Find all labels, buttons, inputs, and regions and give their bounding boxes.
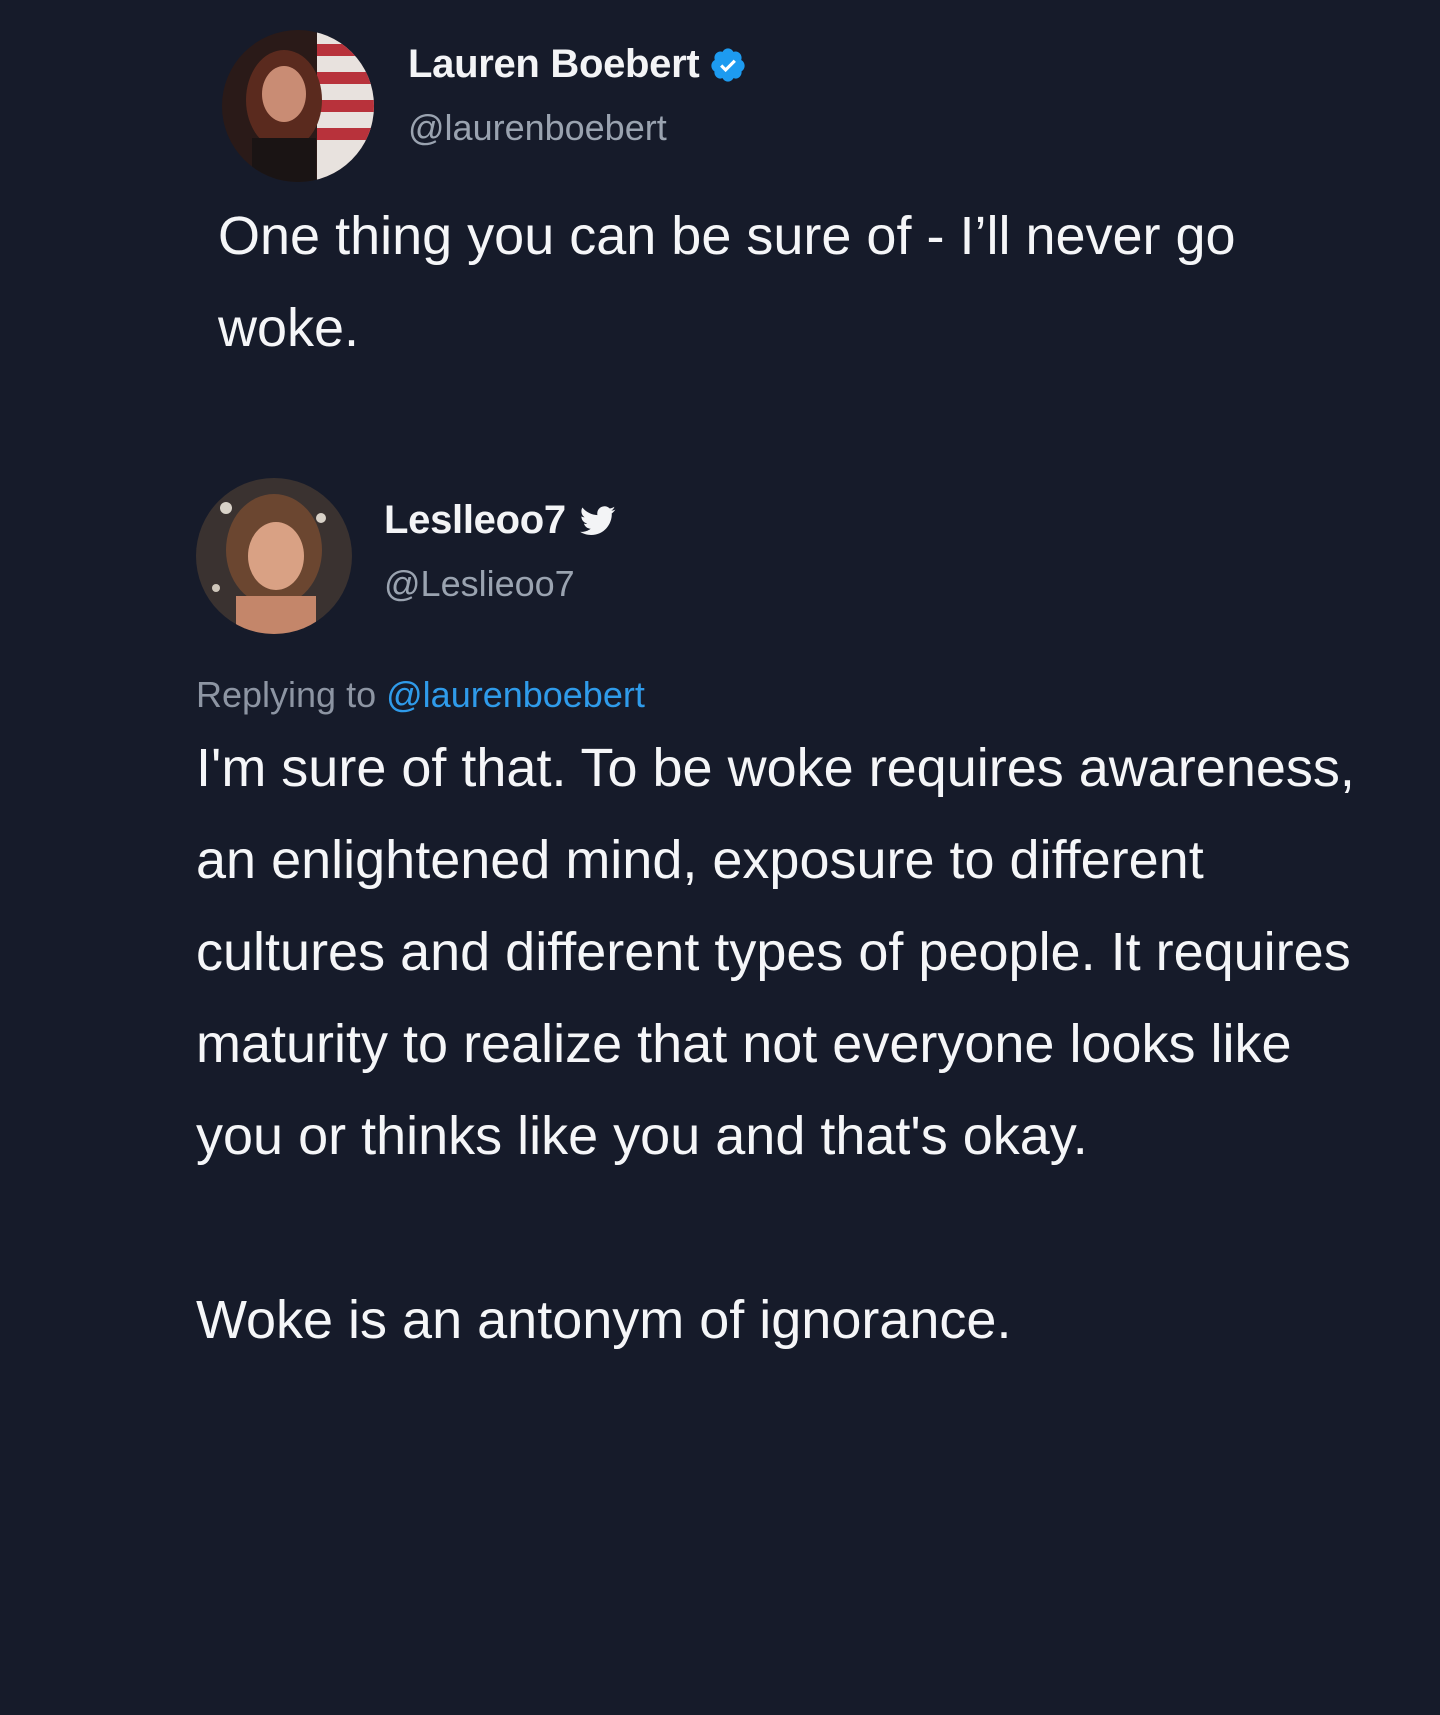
author-handle[interactable]: @Leslieoo7 xyxy=(384,563,616,605)
avatar[interactable] xyxy=(222,30,374,182)
replying-to-label: Replying to xyxy=(196,674,377,715)
replying-to-mention-link[interactable]: @laurenboebert xyxy=(386,674,645,715)
original-tweet: Lauren Boebert @laurenboebert One thing … xyxy=(218,30,1342,374)
name-row: Lauren Boebert xyxy=(408,42,747,87)
verified-badge-icon xyxy=(709,46,747,84)
tweet-header: Lauren Boebert @laurenboebert xyxy=(222,30,1342,182)
reply-tweet: Leslleoo7 @Leslieoo7 Replying to @lauren… xyxy=(196,478,1356,1366)
tweet-text: One thing you can be sure of - I’ll neve… xyxy=(218,206,1236,358)
avatar[interactable] xyxy=(196,478,352,634)
author-handle[interactable]: @laurenboebert xyxy=(408,107,747,149)
author-display-name[interactable]: Leslleoo7 xyxy=(384,498,566,543)
tweet-text: I'm sure of that. To be woke requires aw… xyxy=(196,738,1355,1350)
author-names: Leslleoo7 @Leslieoo7 xyxy=(384,498,616,605)
author-names: Lauren Boebert @laurenboebert xyxy=(408,42,747,149)
replying-to-line: Replying to @laurenboebert xyxy=(196,674,1356,716)
author-display-name[interactable]: Lauren Boebert xyxy=(408,42,700,87)
twitter-bird-icon xyxy=(579,505,616,536)
tweet-header: Leslleoo7 @Leslieoo7 xyxy=(196,478,1356,634)
name-row: Leslleoo7 xyxy=(384,498,616,543)
